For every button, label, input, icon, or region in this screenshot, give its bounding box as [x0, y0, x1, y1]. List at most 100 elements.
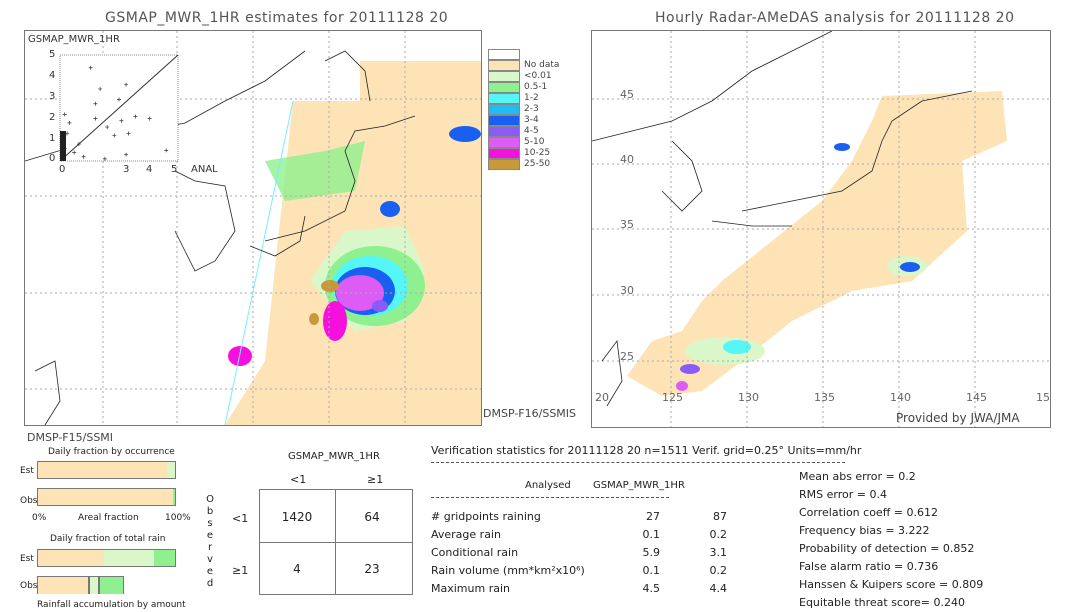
scatter-xtick-0: 0: [59, 164, 66, 175]
contingency-title: GSMAP_MWR_1HR: [288, 451, 380, 462]
legend-label: 25-50: [524, 159, 551, 169]
rain-cell-se: [372, 300, 388, 312]
bar-segment: [37, 576, 90, 594]
occ-est-label: Est: [20, 466, 34, 476]
observed-letter: e: [206, 566, 214, 577]
legend-swatch: [488, 60, 520, 71]
row-lt-label: <1: [232, 512, 249, 525]
bar-segment: [154, 550, 175, 566]
axis-left: 0%: [32, 513, 47, 523]
legend-label: 10-25: [524, 148, 551, 158]
score-line: RMS error = 0.4: [799, 488, 887, 501]
rain-cell-ne: [449, 126, 481, 142]
radar-rain-cell-north: [834, 143, 850, 151]
stat-label: Conditional rain: [431, 546, 519, 559]
rain-cell-east: [380, 201, 400, 217]
observed-letter: d: [206, 578, 214, 589]
observed-letter: O: [206, 494, 214, 505]
scatter-ytick-1: 1: [49, 133, 56, 144]
occurrence-title: Daily fraction by occurrence: [48, 447, 175, 457]
row-ge-label: ≥1: [232, 564, 249, 577]
right-map-title: Hourly Radar-AMeDAS analysis for 2011112…: [655, 10, 1015, 26]
lon-tick-130: 130: [738, 391, 759, 404]
columns-divider: [431, 497, 669, 498]
cell-hits-neg: 1420: [281, 510, 313, 524]
lat-tick-20: 20: [595, 391, 609, 404]
score-line: Hanssen & Kuipers score = 0.809: [799, 578, 984, 591]
stat-analysed: 0.1: [642, 528, 661, 541]
score-line: Correlation coeff = 0.612: [799, 506, 938, 519]
lon-tick-150: 15: [1036, 391, 1050, 404]
radar-rain-cell: [680, 364, 700, 374]
legend-swatch: [488, 159, 520, 170]
legend-label: <0.01: [524, 71, 552, 81]
rain-max-cell-2: [309, 313, 319, 325]
stat-gsmap: 0.2: [709, 528, 728, 541]
legend-swatch: [488, 49, 520, 60]
stat-gsmap: 87: [713, 510, 727, 523]
rain-area-magenta: [323, 301, 347, 341]
total-rain-title: Daily fraction of total rain: [50, 534, 166, 544]
lat-tick-30: 30: [620, 284, 634, 297]
cell-hit: 23: [364, 562, 380, 576]
color-legend: No data <0.01 0.5-1 1-2 2-3 3-4 4-5 5-10 10-25 25…: [488, 49, 559, 174]
stat-label: Average rain: [431, 528, 501, 541]
bar-segment: [38, 462, 168, 478]
stat-gsmap: 4.4: [709, 582, 728, 595]
left-map-title: GSMAP_MWR_1HR estimates for 20111128 20: [105, 10, 449, 26]
legend-swatch: [488, 93, 520, 104]
radar-coverage-area: [627, 91, 1007, 396]
lon-tick-145: 145: [966, 391, 987, 404]
data-credit: Provided by JWA/JMA: [896, 411, 1020, 425]
scatter-inset: [59, 54, 179, 162]
scatter-xtick-3: 3: [123, 164, 130, 175]
bar-segment: [38, 550, 104, 566]
radar-amedas-map: 45 40 35 30 25 20 125 130 135 140 145 15…: [591, 30, 1051, 428]
verification-header: Verification statistics for 20111128 20 …: [431, 444, 862, 457]
cell-false-alarm: 64: [364, 510, 380, 524]
stat-analysed: 0.1: [642, 564, 661, 577]
lat-tick-40: 40: [620, 153, 634, 166]
header-divider: [431, 462, 845, 463]
legend-swatch: [488, 115, 520, 126]
legend-swatch: [488, 71, 520, 82]
legend-label: 4-5: [524, 126, 539, 136]
rain-obs-label: Obs: [20, 581, 38, 591]
scatter-ytick-4: 4: [49, 70, 56, 81]
stat-analysed: 4.5: [642, 582, 661, 595]
lon-tick-135: 135: [814, 391, 835, 404]
rain-cell-sw: [228, 346, 252, 366]
legend-label: 3-4: [524, 115, 539, 125]
satellite-bottom-label: DMSP-F15/SSMI: [27, 431, 114, 444]
score-line: Probability of detection = 0.852: [799, 542, 975, 555]
legend-label: 1-2: [524, 93, 539, 103]
stat-analysed: 5.9: [642, 546, 661, 559]
gsmap-map-svg: [25, 31, 481, 425]
satellite-top-label: DMSP-F16/SSMIS: [483, 407, 577, 420]
legend-swatch: [488, 104, 520, 115]
observed-letter: v: [207, 554, 213, 565]
radar-rain-cell-2: [676, 381, 688, 391]
scatter-x-label: ANAL: [191, 164, 218, 175]
scatter-ytick-0: 0: [49, 153, 56, 164]
lat-tick-35: 35: [620, 218, 634, 231]
stat-gsmap: 3.1: [709, 546, 728, 559]
legend-swatch: [488, 126, 520, 137]
legend-swatch: [488, 148, 520, 159]
gsmap-rain-map: GSMAP_MWR_1HR ANAL 5 4 3 2 1 0 0 3 4 5: [24, 30, 482, 426]
legend-label: 5-10: [524, 137, 545, 147]
cell-miss: 4: [293, 562, 301, 576]
bar-segment: [99, 576, 124, 594]
stat-analysed: 27: [646, 510, 660, 523]
occ-obs-label: Obs: [20, 496, 38, 506]
contingency-grid: [259, 489, 413, 595]
lat-tick-45: 45: [620, 88, 634, 101]
rain-est-label: Est: [20, 554, 34, 564]
scatter-ytick-2: 2: [49, 112, 56, 123]
occurrence-obs-bar: [37, 488, 176, 506]
rain-obs-bar: [37, 576, 176, 594]
score-line: False alarm ratio = 0.736: [799, 560, 939, 573]
col-lt-label: <1: [290, 473, 307, 486]
legend-swatch: [488, 137, 520, 148]
radar-map-svg: [592, 31, 1050, 427]
